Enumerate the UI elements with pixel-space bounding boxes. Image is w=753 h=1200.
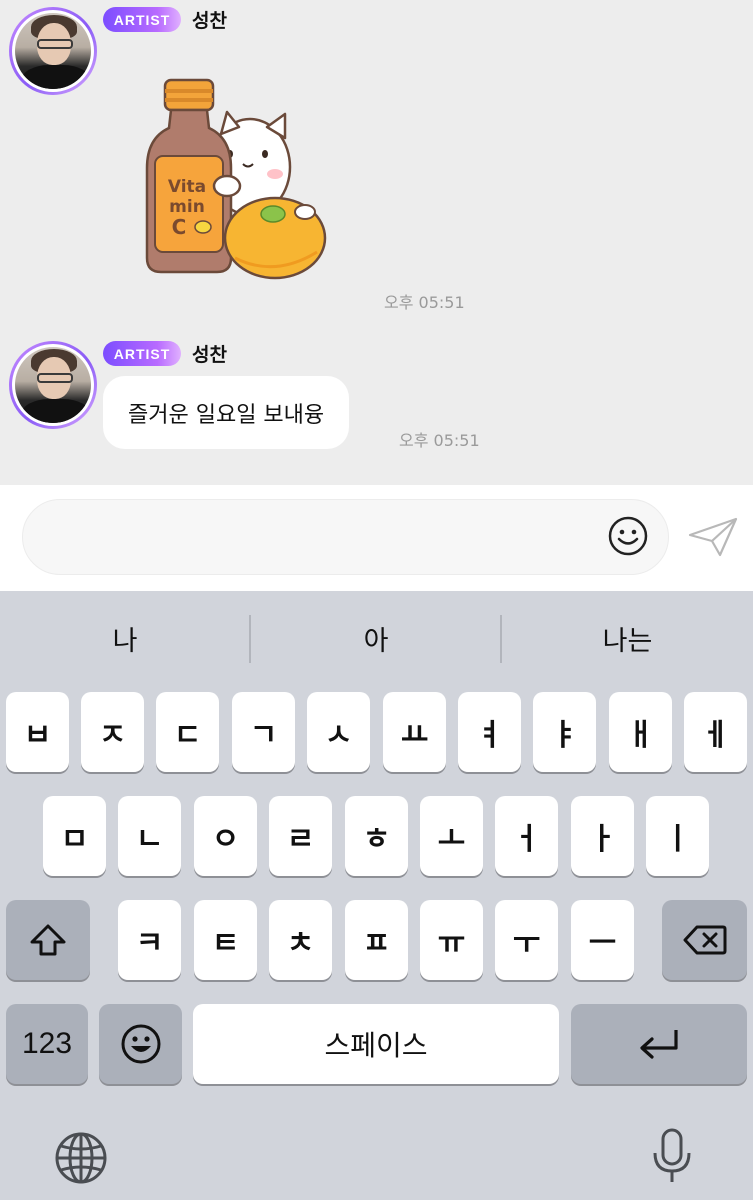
suggestion-bar: 나 아 나는 — [0, 591, 753, 686]
key[interactable]: ㅔ — [684, 692, 747, 772]
smiley-icon[interactable] — [607, 515, 649, 557]
key[interactable]: ㅛ — [383, 692, 446, 772]
emoji-key-icon — [121, 1024, 160, 1064]
suggestion-item[interactable]: 나는 — [502, 613, 753, 663]
key[interactable]: ㅐ — [609, 692, 672, 772]
sender-name: 성찬 — [192, 10, 227, 32]
globe-icon[interactable] — [54, 1131, 108, 1185]
avatar-photo — [15, 13, 91, 89]
message-time: 오후 05:51 — [384, 293, 465, 312]
emoji-key[interactable] — [99, 1004, 182, 1084]
message-input-bar — [0, 485, 753, 591]
key[interactable]: ㅜ — [495, 900, 558, 980]
key[interactable]: ㅍ — [345, 900, 408, 980]
key[interactable]: ㅗ — [420, 796, 483, 876]
chat-area: ARTIST 성찬 Vita min C 오후 05:51 ARTIST 성찬 … — [0, 0, 753, 485]
svg-text:Vita: Vita — [168, 177, 206, 197]
key[interactable]: ㅁ — [43, 796, 106, 876]
backspace-icon — [683, 925, 726, 955]
message-time: 오후 05:51 — [399, 431, 480, 450]
key[interactable]: ㅈ — [81, 692, 144, 772]
numbers-key[interactable]: 123 — [6, 1004, 88, 1084]
artist-badge: ARTIST — [103, 341, 181, 366]
sticker-vitamin-cat[interactable]: Vita min C — [135, 72, 335, 282]
key[interactable]: ㄱ — [232, 692, 295, 772]
key[interactable]: ㅋ — [118, 900, 181, 980]
paper-plane-icon[interactable] — [686, 515, 740, 559]
key[interactable]: ㅑ — [533, 692, 596, 772]
keyboard: 나 아 나는 ㅂ ㅈ ㄷ ㄱ ㅅ ㅛ ㅕ ㅑ ㅐ ㅔ ㅁ ㄴ ㅇ ㄹ ㅎ ㅗ ㅓ… — [0, 591, 753, 1200]
svg-text:C: C — [172, 215, 187, 239]
key[interactable]: ㅏ — [571, 796, 634, 876]
key[interactable]: ㅣ — [646, 796, 709, 876]
message-input[interactable] — [22, 499, 669, 575]
key[interactable]: ㅎ — [345, 796, 408, 876]
space-key[interactable]: 스페이스 — [193, 1004, 559, 1084]
key[interactable]: ㅅ — [307, 692, 370, 772]
key[interactable]: ㅠ — [420, 900, 483, 980]
avatar-photo — [15, 347, 91, 423]
key[interactable]: ㅡ — [571, 900, 634, 980]
return-key[interactable] — [571, 1004, 747, 1084]
key[interactable]: ㅂ — [6, 692, 69, 772]
artist-badge: ARTIST — [103, 7, 181, 32]
message-bubble[interactable]: 즐거운 일요일 보내융 — [103, 376, 350, 449]
sender-avatar[interactable] — [9, 7, 97, 95]
numbers-key-label: 123 — [21, 1027, 73, 1060]
key[interactable]: ㄴ — [118, 796, 181, 876]
key[interactable]: ㅓ — [495, 796, 558, 876]
key[interactable]: ㅕ — [458, 692, 521, 772]
key[interactable]: ㅇ — [194, 796, 257, 876]
sender-avatar[interactable] — [9, 341, 97, 429]
shift-key[interactable] — [6, 900, 90, 980]
shift-arrow-icon — [30, 924, 66, 956]
key[interactable]: ㄹ — [269, 796, 332, 876]
sender-name: 성찬 — [192, 344, 227, 366]
key[interactable]: ㅌ — [194, 900, 257, 980]
return-arrow-icon — [640, 1030, 678, 1059]
svg-text:min: min — [169, 197, 205, 217]
suggestion-item[interactable]: 아 — [251, 613, 501, 663]
key[interactable]: ㄷ — [156, 692, 219, 772]
key[interactable]: ㅊ — [269, 900, 332, 980]
microphone-icon[interactable] — [650, 1127, 694, 1187]
delete-key[interactable] — [662, 900, 747, 980]
suggestion-item[interactable]: 나 — [0, 613, 250, 663]
